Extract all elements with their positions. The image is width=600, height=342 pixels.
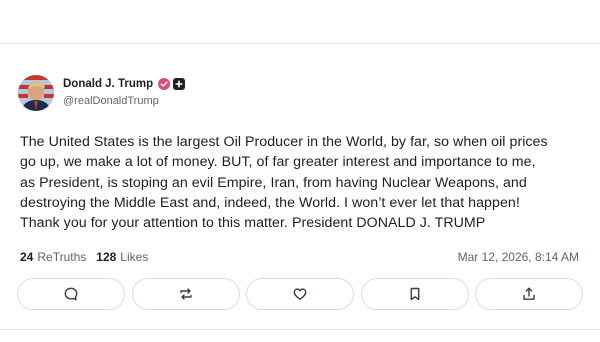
post-text-line: The United States is the largest Oil Pro…: [20, 134, 548, 150]
post-text-line: Thank you for your attention to this mat…: [20, 215, 486, 232]
avatar[interactable]: [18, 75, 54, 111]
post-timestamp[interactable]: Mar 12, 2026, 8:14 AM: [458, 250, 579, 264]
verified-badge-icon: [158, 78, 171, 90]
bookmark-button[interactable]: [360, 278, 469, 310]
heart-icon: [293, 288, 307, 300]
bookmark-icon: [410, 287, 419, 301]
action-bar: [17, 278, 583, 312]
post-text-line: as President, is stoping an evil Empire,…: [20, 174, 527, 191]
retruths-label: ReTruths: [37, 250, 87, 264]
likes-count: 128: [96, 250, 117, 264]
like-button[interactable]: [246, 278, 354, 310]
retruth-button[interactable]: [131, 278, 240, 310]
post-text-line: destroying the Middle East and, indeed, …: [20, 194, 520, 211]
retruths-count: 24: [20, 250, 34, 264]
name-row: Donald J. Trump: [63, 78, 186, 90]
post-body: The United States is the largest Oil Pro…: [20, 132, 586, 233]
reply-button[interactable]: [17, 278, 125, 310]
avatar-image: [18, 75, 54, 111]
retruths-stat[interactable]: 24 ReTruths: [20, 250, 86, 264]
user-handle[interactable]: @realDonaldTrump: [63, 95, 159, 107]
post-header: Donald J. Trump @realDonaldTrump: [18, 75, 418, 113]
speech-bubble-icon: [64, 287, 78, 301]
post-card: Donald J. Trump @realDonaldTrump The Uni…: [0, 43, 600, 330]
post-text-line: go up, we make a lot of money. BUT, of f…: [20, 154, 536, 171]
post-stats: 24 ReTruths 128 Likes: [20, 250, 158, 264]
plus-badge-icon: [173, 78, 186, 90]
display-name[interactable]: Donald J. Trump: [63, 78, 153, 90]
repost-arrows-icon: [179, 288, 192, 300]
likes-label: Likes: [120, 250, 149, 264]
share-upload-icon: [523, 287, 535, 300]
likes-stat[interactable]: 128 Likes: [96, 250, 148, 264]
share-button[interactable]: [475, 278, 583, 310]
